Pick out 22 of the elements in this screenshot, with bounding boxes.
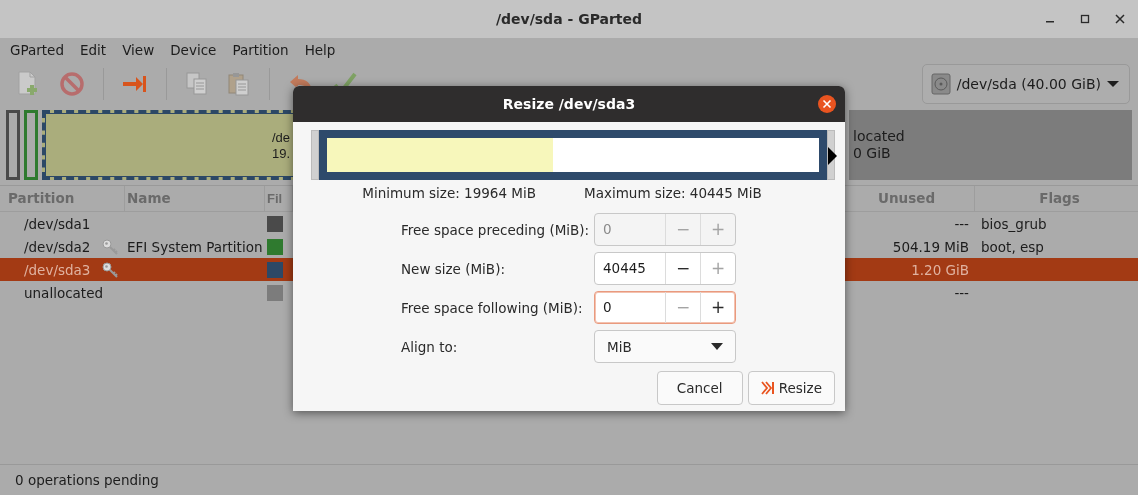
table-cell: unallocated <box>24 284 103 301</box>
partition-label: /de 19. <box>272 130 291 162</box>
field-label: New size (MiB): <box>401 260 506 277</box>
table-cell: 1.20 GiB <box>911 261 969 278</box>
dialog-title: Resize /dev/sda3 <box>502 96 636 112</box>
partition-label: located 0 GiB <box>853 128 905 162</box>
table-cell: boot, esp <box>981 238 1044 255</box>
table-cell: /dev/sda3 <box>24 261 91 278</box>
field-label: Free space preceding (MiB): <box>401 221 591 238</box>
table-cell: bios_grub <box>981 215 1047 232</box>
table-cell: 504.19 MiB <box>892 238 969 255</box>
window-title: /dev/sda - GParted <box>495 11 643 27</box>
maximum-size-label: Maximum size: 40445 MiB <box>584 185 762 201</box>
minimum-size-label: Minimum size: 19964 MiB <box>362 185 536 201</box>
field-label: Align to: <box>401 338 459 355</box>
table-cell: /dev/sda2 <box>24 238 91 255</box>
table-cell: --- <box>954 284 969 301</box>
field-label: Free space following (MiB): <box>401 299 584 316</box>
table-cell: /dev/sda1 <box>24 215 91 232</box>
table-cell: --- <box>954 215 969 232</box>
status-text: 0 operations pending <box>15 472 159 488</box>
table-cell: EFI System Partition <box>127 238 263 255</box>
